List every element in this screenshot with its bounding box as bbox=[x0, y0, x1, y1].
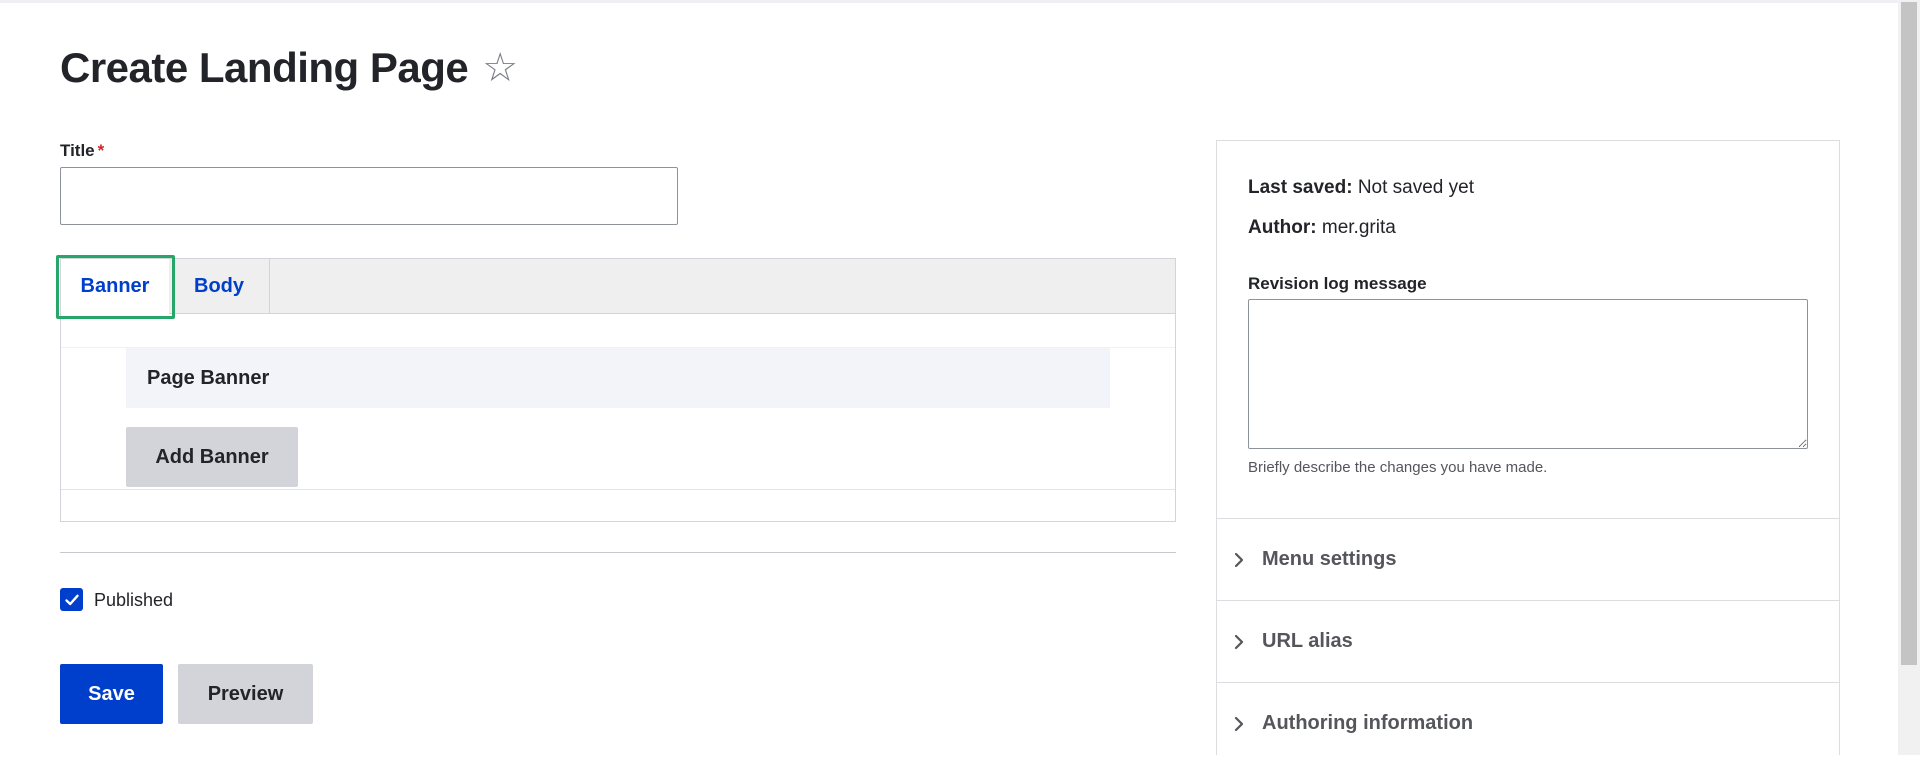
field-group-tabs: Banner Body Page Banner Add Banner bbox=[56, 255, 1176, 522]
chevron-right-icon bbox=[1232, 715, 1260, 733]
tab-banner-label: Banner bbox=[80, 275, 150, 297]
preview-button[interactable]: Preview bbox=[178, 664, 313, 724]
last-saved: Last saved: Not saved yet bbox=[1248, 177, 1474, 199]
author: Author: mer.grita bbox=[1248, 217, 1396, 239]
divider bbox=[60, 552, 1176, 553]
title-label-text: Title bbox=[60, 141, 95, 160]
menu-settings-section[interactable]: Menu settings bbox=[1217, 518, 1839, 600]
checkmark-icon bbox=[64, 594, 79, 605]
revision-log-label: Revision log message bbox=[1248, 274, 1427, 293]
menu-settings-label: Menu settings bbox=[1262, 548, 1397, 570]
star-icon[interactable]: ☆ bbox=[482, 48, 518, 88]
tab-body-label: Body bbox=[194, 275, 244, 297]
required-marker: * bbox=[97, 141, 105, 160]
chevron-right-icon bbox=[1232, 633, 1260, 651]
url-alias-label: URL alias bbox=[1262, 630, 1353, 652]
page-header: Create Landing Page ☆ bbox=[60, 44, 518, 92]
authoring-information-label: Authoring information bbox=[1262, 712, 1474, 734]
tab-body[interactable]: Body bbox=[169, 259, 270, 314]
published-checkbox[interactable] bbox=[60, 588, 83, 611]
last-saved-value: Not saved yet bbox=[1357, 177, 1474, 198]
author-label: Author: bbox=[1248, 217, 1317, 238]
meta-sidebar: Last saved: Not saved yet Author: mer.gr… bbox=[1216, 140, 1840, 755]
page-title: Create Landing Page bbox=[60, 44, 469, 91]
revision-log-help: Briefly describe the changes you have ma… bbox=[1248, 459, 1548, 476]
authoring-information-section[interactable]: Authoring information bbox=[1217, 682, 1839, 764]
top-border bbox=[0, 0, 1898, 3]
tab-banner[interactable]: Banner bbox=[61, 259, 169, 314]
add-banner-button[interactable]: Add Banner bbox=[126, 427, 298, 487]
title-label: Title * bbox=[60, 141, 104, 161]
title-input[interactable] bbox=[60, 167, 678, 225]
page-banner-heading: Page Banner bbox=[126, 348, 1110, 408]
scrollbar[interactable] bbox=[1898, 0, 1920, 755]
chevron-right-icon bbox=[1232, 551, 1260, 569]
save-button[interactable]: Save bbox=[60, 664, 163, 724]
banner-tab-panel: Page Banner Add Banner bbox=[61, 314, 1175, 490]
last-saved-label: Last saved: bbox=[1248, 177, 1353, 198]
author-value: mer.grita bbox=[1321, 217, 1396, 238]
revision-log-textarea[interactable] bbox=[1248, 299, 1808, 449]
scrollbar-thumb[interactable] bbox=[1901, 2, 1917, 665]
published-label[interactable]: Published bbox=[94, 590, 173, 611]
tabs-bar: Banner Body bbox=[61, 259, 1175, 314]
url-alias-section[interactable]: URL alias bbox=[1217, 600, 1839, 682]
